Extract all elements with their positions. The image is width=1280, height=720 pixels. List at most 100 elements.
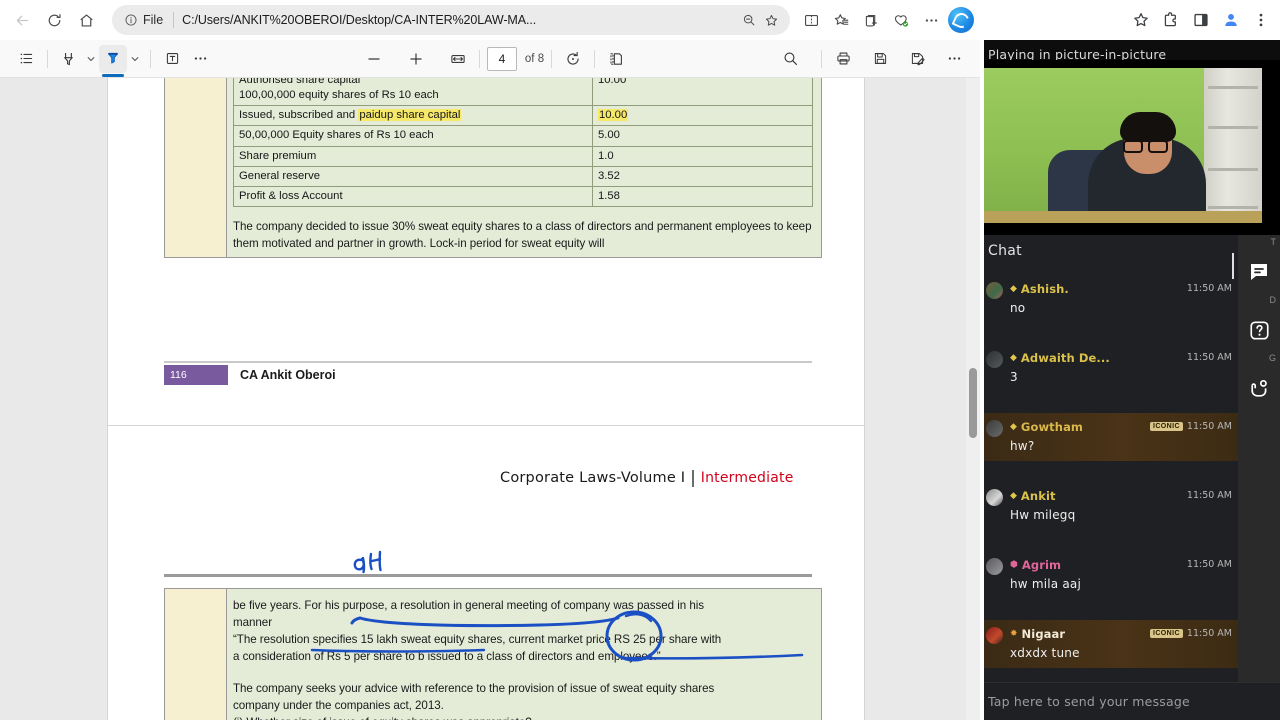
zoom-out-button[interactable] [360, 45, 388, 73]
table-of-contents-icon[interactable] [12, 45, 40, 73]
back-button[interactable] [6, 4, 38, 36]
split-screen-icon[interactable] [796, 5, 826, 35]
star-icon[interactable] [1126, 5, 1156, 35]
pdf-more-icon[interactable] [940, 45, 968, 73]
toolbar-divider-3 [478, 49, 480, 68]
address-scheme-label: File [143, 13, 164, 27]
table-cell-value-highlighted: 10.00 [591, 105, 814, 127]
chat-message[interactable]: ◆ Ankit 11:50 AM Hw milegq [980, 482, 1238, 530]
chat-member-tag: ICONIC [1150, 629, 1183, 638]
avatar [986, 420, 1003, 437]
collections-icon[interactable] [856, 5, 886, 35]
page-number-input[interactable]: 4 [486, 46, 517, 71]
bookmark-star-icon[interactable] [760, 9, 782, 31]
zoom-in-button[interactable] [402, 45, 430, 73]
pdf-scrollbar-thumb[interactable] [969, 368, 977, 438]
chat-sender-name: Gowtham [1020, 419, 1084, 434]
highlight-tool-icon[interactable] [99, 44, 127, 77]
page-count-label: of 8 [524, 52, 545, 65]
find-search-icon[interactable] [776, 45, 804, 73]
toolbar-divider [47, 49, 48, 68]
address-url-text[interactable]: C:/Users/ANKIT%20OBEROI/Desktop/CA-INTER… [182, 13, 738, 27]
toolbar-divider-4 [551, 49, 553, 68]
add-text-icon[interactable] [158, 45, 186, 73]
footer-rule [164, 361, 812, 363]
table-row: Share premium 1.0 [233, 145, 814, 167]
page-header-divider [692, 470, 694, 487]
hand-raise-icon[interactable] [1244, 373, 1274, 403]
save-icon[interactable] [866, 45, 894, 73]
pdf-scrollbar-track[interactable] [966, 78, 980, 720]
chat-message-text: xdxdx tune [1010, 646, 1080, 660]
question-mark-icon[interactable] [1244, 315, 1274, 345]
table-cell-particulars: General reserve [233, 165, 593, 188]
chat-message[interactable]: ◆ Gowtham ICONIC 11:50 AM hw? [980, 413, 1238, 461]
member-badge-icon: ✸ [1010, 628, 1018, 638]
site-info-icon[interactable] [120, 9, 142, 31]
rail-letter-t: T [1270, 237, 1277, 247]
table-cell-value: 5.00 [591, 125, 814, 147]
favorites-icon[interactable] [826, 5, 856, 35]
page-footer: 116 CA Ankit Oberoi [164, 365, 336, 385]
case-body-line: a consideration of Rs 5 per share to b i… [233, 650, 661, 664]
case-body-question-1: (i) Whether size of issue of equity shar… [233, 714, 813, 720]
browser-essentials-icon[interactable] [886, 5, 916, 35]
profile-avatar-icon[interactable] [1216, 5, 1246, 35]
save-as-icon[interactable] [903, 45, 931, 73]
chat-input-bar[interactable]: Tap here to send your message [980, 682, 1280, 720]
more-tools-icon[interactable] [186, 45, 214, 73]
draw-options-chevron-down-icon[interactable] [83, 46, 99, 72]
print-icon[interactable] [829, 45, 857, 73]
secondary-browser-chrome [980, 0, 1280, 40]
chat-input-placeholder[interactable]: Tap here to send your message [988, 694, 1190, 709]
shelf-line [1208, 126, 1258, 129]
case-body-line: manner [233, 616, 273, 630]
three-dot-menu-icon[interactable] [1246, 5, 1276, 35]
pdf-viewport[interactable]: 2008 May 2023 Innovative ltd., a start-u… [0, 78, 980, 720]
case-study-box: May 2023 Innovative ltd., a start-up by … [164, 78, 822, 258]
case-study-box-continued: be five years. For his purpose, a resolu… [164, 588, 822, 720]
video-tile[interactable] [980, 60, 1280, 235]
highlight-options-chevron-down-icon[interactable] [127, 46, 143, 72]
zoom-out-icon[interactable] [738, 9, 760, 31]
member-badge-icon: ◆ [1010, 283, 1017, 293]
chat-message-list[interactable]: ◆ Ashish. 11:50 AM no ◆ Adwaith De... 11… [980, 275, 1238, 680]
more-settings-icon[interactable] [916, 5, 946, 35]
chat-timestamp: 11:50 AM [1186, 421, 1232, 432]
toolbar-divider-2 [150, 49, 151, 68]
table-cell-value: 1.58 [591, 186, 814, 208]
table-cell-value: 10.00 [591, 78, 814, 107]
page-layout-icon[interactable] [602, 45, 630, 73]
copilot-icon[interactable] [948, 7, 974, 33]
chat-sender-name: Ankit [1020, 488, 1056, 503]
edge-browser-window: File C:/Users/ANKIT%20OBEROI/Desktop/CA-… [0, 0, 980, 720]
background-shelf [1204, 68, 1262, 223]
fit-to-width-button[interactable] [444, 45, 472, 73]
extensions-icon[interactable] [1156, 5, 1186, 35]
table-row: Issued, subscribed and paidup share capi… [233, 105, 814, 127]
chat-message-header: ◆ Ankit 11:50 AM [1010, 488, 1232, 503]
address-bar[interactable]: File C:/Users/ANKIT%20OBEROI/Desktop/CA-… [112, 5, 790, 35]
chat-message[interactable]: ◆ Ashish. 11:50 AM no [980, 275, 1238, 323]
chat-message[interactable]: ◆ Adwaith De... 11:50 AM 3 [980, 344, 1238, 392]
table-cell-line1: Authorised share capital [239, 78, 361, 86]
home-button[interactable] [70, 4, 102, 36]
table-cell-particulars: 50,00,000 Equity shares of Rs 10 each [233, 125, 593, 147]
chat-panel: Chat T D G ◆ Ashish. 11:50 AM no ◆ Adwai… [980, 235, 1280, 720]
chat-sender-name: Agrim [1021, 557, 1062, 572]
video-frame [984, 68, 1262, 223]
chat-bubble-icon[interactable] [1244, 257, 1274, 287]
rotate-icon[interactable] [559, 45, 587, 73]
draw-pen-icon[interactable] [55, 45, 83, 73]
chat-message[interactable]: ✸ Nigaar ICONIC 11:50 AM xdxdx tune [980, 620, 1238, 668]
avatar [986, 282, 1003, 299]
chat-message[interactable]: ⬢ Agrim 11:50 AM hw mila aaj [980, 551, 1238, 599]
refresh-button[interactable] [38, 4, 70, 36]
avatar[interactable] [1220, 9, 1242, 31]
side-panel-icon[interactable] [1186, 5, 1216, 35]
member-badge-icon: ◆ [1010, 490, 1017, 500]
avatar [986, 627, 1003, 644]
page-footer-number: 116 [164, 365, 228, 385]
chat-message-header: ✸ Nigaar ICONIC 11:50 AM [1010, 626, 1232, 641]
rail-letter-d: D [1269, 295, 1277, 305]
